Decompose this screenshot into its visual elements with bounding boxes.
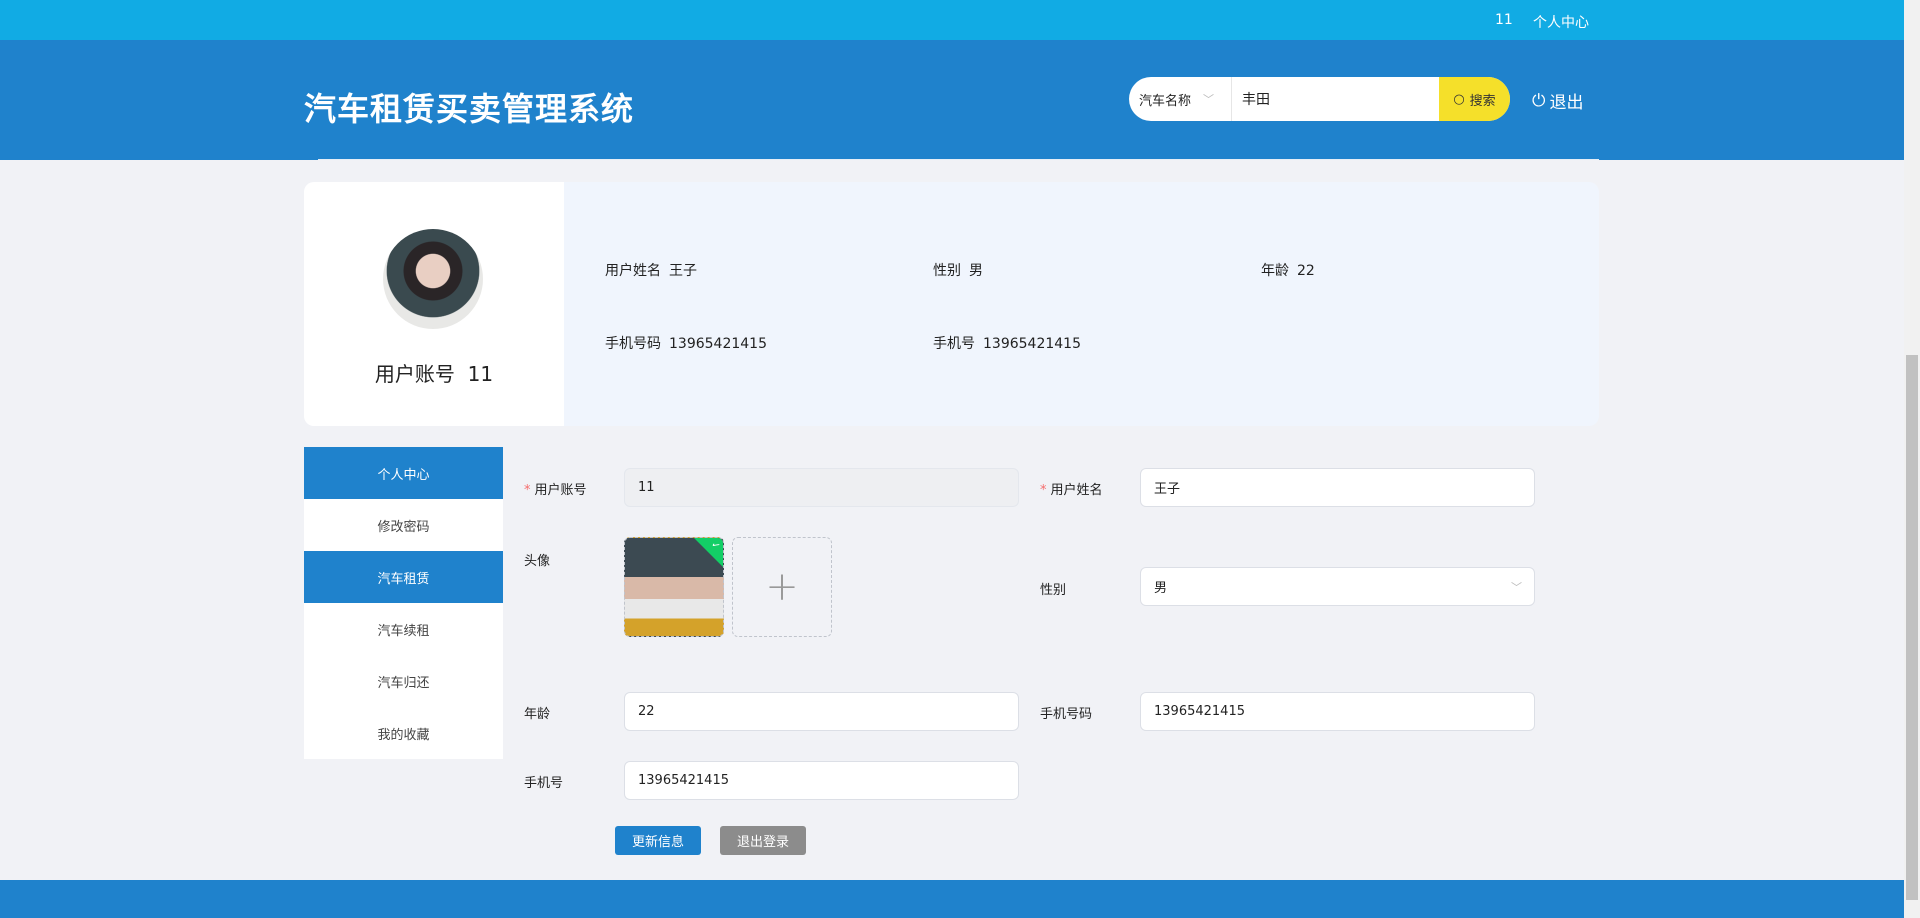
- info-mobile: 手机号码 13965421415: [605, 336, 767, 352]
- logout-link[interactable]: ⏻ 退出: [1532, 88, 1584, 114]
- logout-button[interactable]: 退出登录: [720, 826, 806, 855]
- chevron-down-icon: ﹀: [1203, 93, 1215, 106]
- menu-item-change-password[interactable]: 修改密码: [304, 499, 503, 551]
- profile-card: 用户账号 11 用户姓名 王子 性别男 年龄 22 手机号码 13965421415 …: [304, 182, 1599, 426]
- phone-label: 手机号: [524, 776, 564, 791]
- mobile-label: 手机号码: [1040, 707, 1093, 722]
- age-field[interactable]: 22: [624, 692, 1019, 731]
- update-info-button[interactable]: 更新信息: [615, 826, 701, 855]
- search-field-select[interactable]: 汽车名称 ﹀: [1129, 77, 1232, 121]
- footer: [0, 880, 1904, 918]
- plus-icon: +: [765, 564, 799, 610]
- avatar-label: 头像: [524, 554, 551, 569]
- search-icon: ○: [1453, 91, 1465, 107]
- sex-select[interactable]: 男 ﹀: [1140, 567, 1535, 606]
- site-title: 汽车租赁买卖管理系统: [304, 90, 635, 128]
- info-sex: 性别男: [933, 263, 983, 279]
- avatar: [383, 229, 483, 329]
- account-label: * 用户账号: [524, 483, 587, 498]
- info-phone: 手机号 13965421415: [933, 336, 1081, 352]
- age-label: 年龄: [524, 707, 551, 722]
- sex-value: 男: [1154, 581, 1168, 596]
- phone-field[interactable]: 13965421415: [624, 761, 1019, 800]
- info-age: 年龄 22: [1261, 263, 1315, 279]
- personal-center-link[interactable]: 个人中心: [1533, 12, 1589, 32]
- name-label: * 用户姓名: [1040, 483, 1103, 498]
- search-button[interactable]: ○ 搜索: [1439, 77, 1510, 121]
- menu-item-car-return[interactable]: 汽车归还: [304, 655, 503, 707]
- upload-plus-button[interactable]: +: [732, 537, 832, 637]
- avatar-upload-image[interactable]: ✓: [624, 537, 724, 637]
- search-input[interactable]: [1232, 77, 1439, 121]
- divider: [318, 159, 1599, 160]
- menu-item-car-renewal[interactable]: 汽车续租: [304, 603, 503, 655]
- name-field[interactable]: 王子: [1140, 468, 1535, 507]
- top-bar: 11 个人中心: [0, 0, 1904, 40]
- menu-item-car-rental[interactable]: 汽车租赁: [304, 551, 503, 603]
- logout-label: 退出: [1549, 93, 1584, 113]
- chevron-down-icon: ﹀: [1511, 580, 1522, 594]
- search-field-value: 汽车名称: [1139, 93, 1192, 109]
- menu-item-personal-center[interactable]: 个人中心: [304, 447, 503, 499]
- scrollbar-thumb[interactable]: [1906, 355, 1918, 900]
- account-display: 用户账号 11: [374, 362, 494, 386]
- side-menu: 个人中心 修改密码 汽车租赁 汽车续租 汽车归还 我的收藏: [304, 447, 503, 759]
- sex-label: 性别: [1040, 583, 1067, 598]
- header: 汽车租赁买卖管理系统 汽车名称 ﹀ ○搜索 ⏻退出: [0, 40, 1904, 160]
- search-bar: 汽车名称 ﹀ ○搜索: [1129, 77, 1510, 121]
- power-icon: ⏻: [1532, 90, 1546, 111]
- username: 11: [1495, 12, 1513, 28]
- check-icon: ✓: [692, 538, 723, 569]
- search-button-label: 搜索: [1469, 93, 1496, 109]
- account-field[interactable]: 11: [624, 468, 1019, 507]
- menu-item-favorites[interactable]: 我的收藏: [304, 707, 503, 759]
- mobile-field[interactable]: 13965421415: [1140, 692, 1535, 731]
- info-name: 用户姓名 王子: [605, 263, 697, 279]
